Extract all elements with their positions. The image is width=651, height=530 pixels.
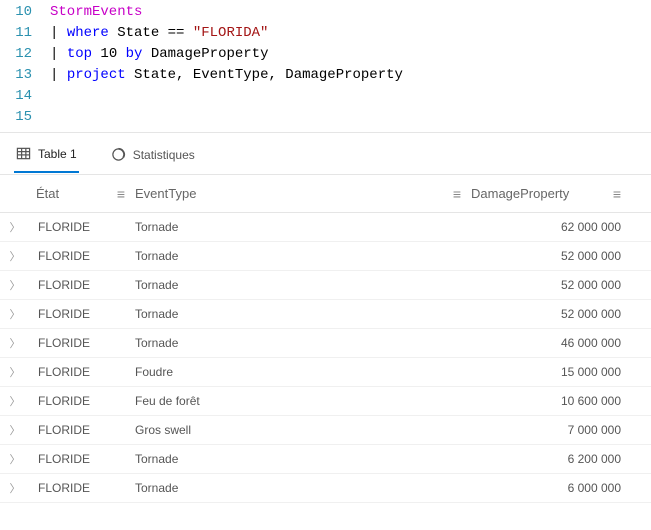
- line-number: 12: [0, 44, 50, 65]
- cell-damage: 52 000 000: [471, 249, 651, 263]
- cell-damage: 10 600 000: [471, 394, 651, 408]
- cell-damage: 6 000 000: [471, 481, 651, 495]
- cell-damage: 46 000 000: [471, 336, 651, 350]
- expand-row-icon[interactable]: 〉: [0, 393, 30, 409]
- expand-row-icon[interactable]: 〉: [0, 219, 30, 235]
- cell-event: Tornade: [135, 452, 471, 466]
- cell-event: Tornade: [135, 336, 471, 350]
- line-number: 15: [0, 107, 50, 128]
- column-header-state-label: État: [36, 186, 59, 201]
- expand-row-icon[interactable]: 〉: [0, 422, 30, 438]
- tab-table-label: Table 1: [38, 147, 77, 161]
- tab-stats[interactable]: Statistiques: [109, 141, 197, 172]
- stats-icon: [111, 147, 126, 162]
- cell-damage: 6 200 000: [471, 452, 651, 466]
- column-header-damage-label: DamageProperty: [471, 186, 569, 201]
- query-editor[interactable]: 10StormEvents11| where State == "FLORIDA…: [0, 0, 651, 133]
- code-content[interactable]: | top 10 by DamageProperty: [50, 44, 651, 65]
- cell-damage: 52 000 000: [471, 307, 651, 321]
- cell-event: Tornade: [135, 481, 471, 495]
- table-row[interactable]: 〉FLORIDETornade62 000 000: [0, 213, 651, 242]
- cell-state: FLORIDE: [30, 394, 135, 408]
- code-content[interactable]: [50, 107, 651, 128]
- expand-row-icon[interactable]: 〉: [0, 335, 30, 351]
- cell-event: Tornade: [135, 307, 471, 321]
- line-number: 13: [0, 65, 50, 86]
- code-content[interactable]: | project State, EventType, DamageProper…: [50, 65, 651, 86]
- cell-state: FLORIDE: [30, 481, 135, 495]
- cell-damage: 62 000 000: [471, 220, 651, 234]
- expand-row-icon[interactable]: 〉: [0, 277, 30, 293]
- expand-row-icon[interactable]: 〉: [0, 480, 30, 496]
- cell-event: Tornade: [135, 220, 471, 234]
- results-grid: État ≡ EventType ≡ DamageProperty ≡ 〉FLO…: [0, 175, 651, 503]
- cell-state: FLORIDE: [30, 423, 135, 437]
- line-number: 11: [0, 23, 50, 44]
- code-line[interactable]: 14: [0, 86, 651, 107]
- code-content[interactable]: | where State == "FLORIDA": [50, 23, 651, 44]
- tab-stats-label: Statistiques: [133, 148, 195, 162]
- table-row[interactable]: 〉FLORIDETornade6 200 000: [0, 445, 651, 474]
- column-header-state[interactable]: État ≡: [30, 186, 135, 202]
- line-number: 14: [0, 86, 50, 107]
- cell-damage: 52 000 000: [471, 278, 651, 292]
- column-menu-icon[interactable]: ≡: [613, 186, 621, 202]
- expand-row-icon[interactable]: 〉: [0, 248, 30, 264]
- table-row[interactable]: 〉FLORIDETornade52 000 000: [0, 242, 651, 271]
- cell-event: Foudre: [135, 365, 471, 379]
- column-header-damage[interactable]: DamageProperty ≡: [471, 186, 651, 202]
- code-line[interactable]: 11| where State == "FLORIDA": [0, 23, 651, 44]
- table-icon: [16, 146, 31, 161]
- cell-damage: 7 000 000: [471, 423, 651, 437]
- column-menu-icon[interactable]: ≡: [453, 186, 461, 202]
- expand-row-icon[interactable]: 〉: [0, 364, 30, 380]
- cell-state: FLORIDE: [30, 452, 135, 466]
- table-row[interactable]: 〉FLORIDEFeu de forêt10 600 000: [0, 387, 651, 416]
- table-row[interactable]: 〉FLORIDETornade52 000 000: [0, 300, 651, 329]
- column-header-event-label: EventType: [135, 186, 196, 201]
- cell-event: Gros swell: [135, 423, 471, 437]
- cell-state: FLORIDE: [30, 220, 135, 234]
- expand-row-icon[interactable]: 〉: [0, 306, 30, 322]
- table-row[interactable]: 〉FLORIDEFoudre15 000 000: [0, 358, 651, 387]
- code-line[interactable]: 15: [0, 107, 651, 128]
- table-row[interactable]: 〉FLORIDETornade46 000 000: [0, 329, 651, 358]
- grid-header: État ≡ EventType ≡ DamageProperty ≡: [0, 175, 651, 213]
- cell-state: FLORIDE: [30, 336, 135, 350]
- cell-state: FLORIDE: [30, 365, 135, 379]
- column-menu-icon[interactable]: ≡: [117, 186, 125, 202]
- cell-state: FLORIDE: [30, 278, 135, 292]
- table-row[interactable]: 〉FLORIDETornade6 000 000: [0, 474, 651, 503]
- tab-table[interactable]: Table 1: [14, 140, 79, 173]
- code-content[interactable]: StormEvents: [50, 2, 651, 23]
- code-line[interactable]: 10StormEvents: [0, 2, 651, 23]
- code-line[interactable]: 12| top 10 by DamageProperty: [0, 44, 651, 65]
- cell-damage: 15 000 000: [471, 365, 651, 379]
- grid-body: 〉FLORIDETornade62 000 000〉FLORIDETornade…: [0, 213, 651, 503]
- line-number: 10: [0, 2, 50, 23]
- expand-row-icon[interactable]: 〉: [0, 451, 30, 467]
- cell-state: FLORIDE: [30, 307, 135, 321]
- result-tabs: Table 1 Statistiques: [0, 133, 651, 175]
- column-header-event[interactable]: EventType ≡: [135, 186, 471, 202]
- table-row[interactable]: 〉FLORIDEGros swell7 000 000: [0, 416, 651, 445]
- cell-event: Tornade: [135, 278, 471, 292]
- code-content[interactable]: [50, 86, 651, 107]
- table-row[interactable]: 〉FLORIDETornade52 000 000: [0, 271, 651, 300]
- code-line[interactable]: 13| project State, EventType, DamageProp…: [0, 65, 651, 86]
- cell-state: FLORIDE: [30, 249, 135, 263]
- cell-event: Feu de forêt: [135, 394, 471, 408]
- cell-event: Tornade: [135, 249, 471, 263]
